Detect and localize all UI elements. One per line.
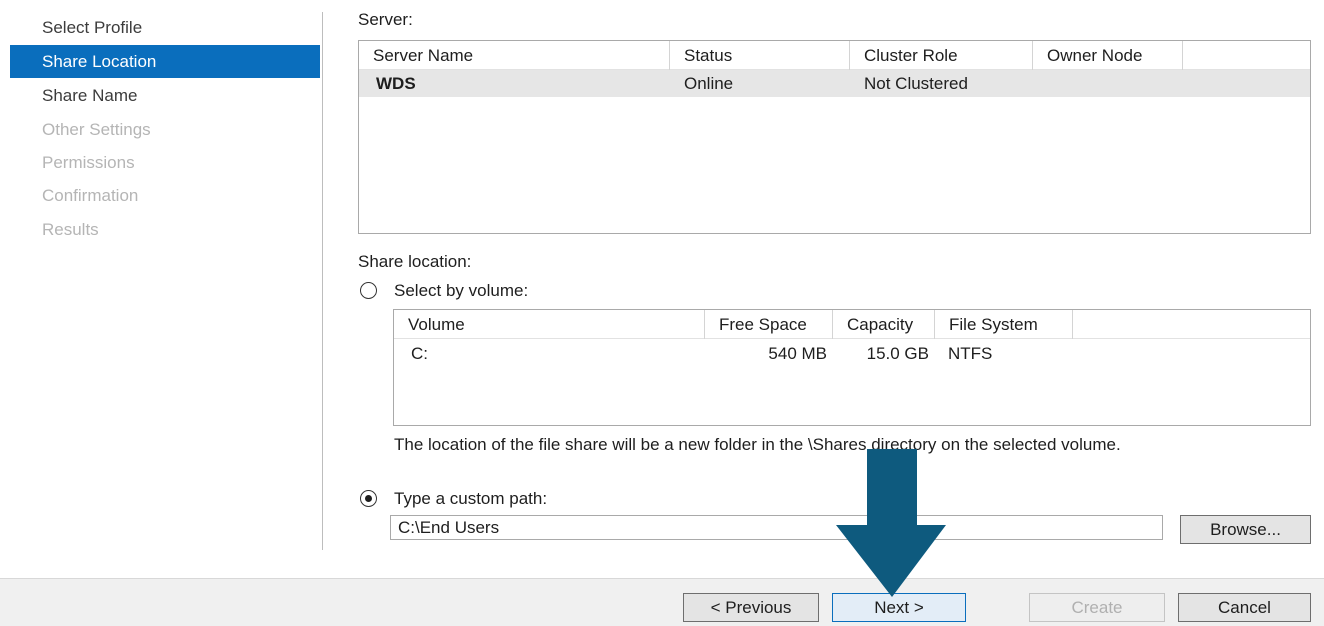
nav-step-confirmation: Confirmation [42,186,139,205]
previous-button[interactable]: < Previous [683,593,819,622]
table-row[interactable]: C: 540 MB 15.0 GB NTFS [394,340,1310,367]
browse-button[interactable]: Browse... [1180,515,1311,544]
nav-step-permissions: Permissions [42,153,135,172]
nav-step-select-profile[interactable]: Select Profile [10,11,320,44]
select-by-volume-label[interactable]: Select by volume: [394,281,528,301]
custom-path-radio[interactable] [360,490,377,507]
column-header-file-system[interactable]: File System [935,310,1073,339]
nav-step-results: Results [42,220,99,239]
select-by-volume-radio[interactable] [360,282,377,299]
nav-divider [322,12,323,550]
create-button: Create [1029,593,1165,622]
nav-step-share-location[interactable]: Share Location [10,45,320,78]
custom-path-input[interactable] [390,515,1163,540]
volume-location-note: The location of the file share will be a… [394,435,1121,454]
volume-table: Volume Free Space Capacity File System C… [393,309,1311,426]
column-header-free-space[interactable]: Free Space [705,310,833,339]
free-space-cell: 540 MB [768,344,827,363]
file-system-cell: NTFS [948,344,993,363]
share-location-label: Share location: [358,252,472,271]
server-label: Server: [358,10,413,29]
status-cell: Online [684,74,734,93]
table-row[interactable]: WDS Online Not Clustered [359,70,1310,97]
volume-table-header: Volume Free Space Capacity File System [394,310,1310,339]
volume-cell: C: [411,344,428,363]
server-table-header: Server Name Status Cluster Role Owner No… [359,41,1310,70]
cluster-role-cell: Not Clustered [864,74,968,93]
custom-path-label[interactable]: Type a custom path: [394,489,547,509]
wizard-steps-nav: Select Profile Share Location Share Name… [0,0,322,552]
column-header-owner-node[interactable]: Owner Node [1033,41,1183,70]
server-name-cell: WDS [376,74,416,93]
column-header-capacity[interactable]: Capacity [833,310,935,339]
down-arrow-icon [836,449,946,597]
nav-step-other-settings: Other Settings [42,120,151,139]
column-header-status[interactable]: Status [670,41,850,70]
nav-step-share-name[interactable]: Share Name [10,79,320,112]
capacity-cell: 15.0 GB [866,344,929,363]
server-table: Server Name Status Cluster Role Owner No… [358,40,1311,234]
column-header-server-name[interactable]: Server Name [359,41,670,70]
cancel-button[interactable]: Cancel [1178,593,1311,622]
column-header-cluster-role[interactable]: Cluster Role [850,41,1033,70]
column-header-volume[interactable]: Volume [394,310,705,339]
